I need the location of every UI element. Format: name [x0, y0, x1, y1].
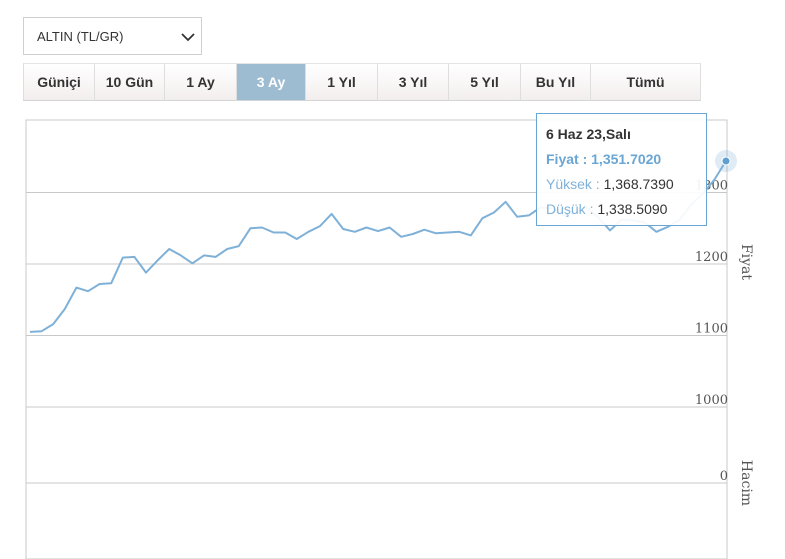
price-chart[interactable]: 1300120011001000 Fiyat Hacim 0: [0, 0, 785, 559]
price-axis-label: Fiyat: [738, 244, 754, 280]
price-tick-label: 1100: [695, 322, 728, 337]
tooltip-low-label: Düşük: [546, 201, 586, 217]
tooltip-price-value: 1,351.7020: [591, 151, 662, 167]
price-tick-label: 1200: [695, 250, 728, 265]
tooltip-price-label: Fiyat: [546, 151, 579, 167]
tooltip-low-value: 1,338.5090: [597, 201, 668, 217]
tooltip-date: 6 Haz 23,Salı: [546, 126, 631, 142]
hover-point[interactable]: [721, 156, 731, 166]
price-tick-label: 1000: [695, 393, 728, 408]
tooltip-high-label: Yüksek: [546, 176, 592, 192]
tooltip-high-value: 1,368.7390: [603, 176, 674, 192]
volume-tick-label: 0: [720, 469, 728, 484]
volume-axis-label: Hacim: [738, 460, 754, 506]
price-tooltip: 6 Haz 23,Salı Fiyat : 1,351.7020 Yüksek …: [536, 113, 707, 226]
